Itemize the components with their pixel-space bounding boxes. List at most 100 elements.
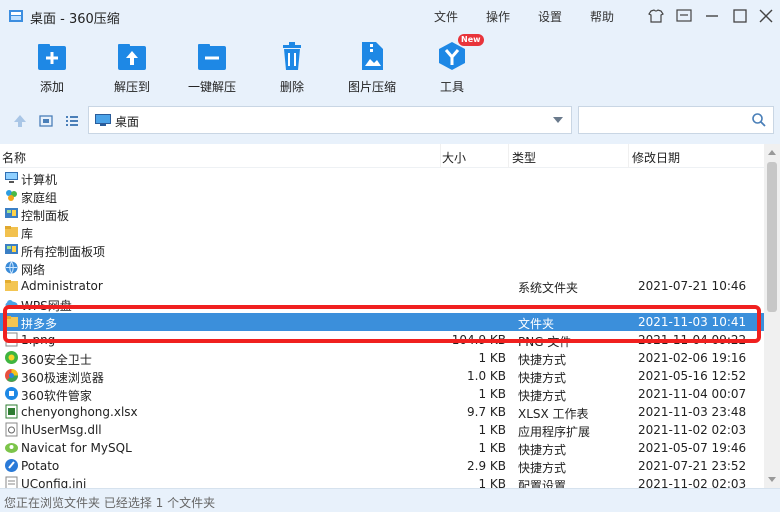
column-type[interactable]: 类型 xyxy=(512,149,536,166)
status-bar: 您正在浏览文件夹 已经选择 1 个文件夹 xyxy=(0,488,780,512)
file-row[interactable]: 拼多多 文件夹 2021-11-03 10:41 xyxy=(0,313,764,331)
homegroup-icon xyxy=(4,188,19,203)
file-row[interactable]: 1.png 104.9 KB PNG 文件 2021-11-04 09:22 xyxy=(0,331,764,349)
file-row[interactable]: Navicat for MySQL 1 KB 快捷方式 2021-05-07 19:4… xyxy=(0,439,764,457)
navigation-bar: 桌面 xyxy=(0,98,780,144)
column-size[interactable]: 大小 xyxy=(442,149,466,166)
computer-icon xyxy=(4,170,19,185)
up-arrow-icon[interactable] xyxy=(12,113,28,129)
file-list: 计算机 家庭组控制面板库所有控制面板项 网络 Administrator 系统文件夹 20… xyxy=(0,168,764,488)
feedback-icon[interactable] xyxy=(673,6,695,26)
file-size: 1.0 KB xyxy=(467,369,506,383)
file-row[interactable]: 控制面板 xyxy=(0,205,764,223)
thumbnail-view-icon[interactable] xyxy=(38,113,54,129)
image-compress-icon xyxy=(356,40,388,72)
control-panel-icon xyxy=(4,206,19,221)
file-row[interactable]: UConfig.ini 1 KB 配置设置 2021-11-02 02:03 xyxy=(0,475,764,488)
scroll-up-icon[interactable] xyxy=(768,150,776,155)
file-type: 快捷方式 xyxy=(518,353,567,367)
file-row[interactable]: 家庭组 xyxy=(0,187,764,205)
menu-help[interactable]: 帮助 xyxy=(590,8,614,25)
file-row[interactable]: 所有控制面板项 xyxy=(0,241,764,259)
file-row[interactable]: 库 xyxy=(0,223,764,241)
menu-settings[interactable]: 设置 xyxy=(538,8,562,25)
column-modified[interactable]: 修改日期 xyxy=(632,149,680,166)
image-compress-button[interactable]: 图片压缩 xyxy=(332,32,412,98)
file-row[interactable]: 360安全卫士 1 KB 快捷方式 2021-02-06 19:16 xyxy=(0,349,764,367)
file-row[interactable]: 360软件管家 1 KB 快捷方式 2021-11-04 00:07 xyxy=(0,385,764,403)
file-name: UConfig.ini xyxy=(21,477,87,488)
file-name: 网络 xyxy=(21,263,46,277)
extract-to-label: 解压到 xyxy=(113,80,150,94)
status-text: 您正在浏览文件夹 已经选择 1 个文件夹 xyxy=(4,496,216,510)
library-icon xyxy=(4,224,19,239)
search-icon[interactable] xyxy=(751,112,767,128)
file-name: Administrator xyxy=(21,279,103,293)
file-type: 应用程序扩展 xyxy=(518,425,591,439)
path-dropdown-icon[interactable] xyxy=(553,117,563,123)
toolbar: 添加 解压到 一键解压 删除 图片压缩 New 工具 xyxy=(0,32,780,98)
file-name: 控制面板 xyxy=(21,209,70,223)
column-separator[interactable] xyxy=(440,144,441,168)
browser-icon xyxy=(4,368,19,383)
one-click-extract-label: 一键解压 xyxy=(187,80,236,94)
file-size: 1 KB xyxy=(478,477,506,488)
close-icon[interactable] xyxy=(755,6,777,26)
app-logo-icon xyxy=(8,8,24,24)
file-type: PNG 文件 xyxy=(518,335,572,349)
skin-icon[interactable] xyxy=(645,6,667,26)
file-row[interactable]: Potato 2.9 KB 快捷方式 2021-07-21 23:52 xyxy=(0,457,764,475)
file-row[interactable]: 网络 xyxy=(0,259,764,277)
navicat-icon xyxy=(4,440,19,455)
column-name[interactable]: 名称 xyxy=(2,149,26,166)
new-badge: New xyxy=(458,34,484,46)
file-type: 快捷方式 xyxy=(518,461,567,475)
path-bar[interactable]: 桌面 xyxy=(88,106,572,134)
add-button[interactable]: 添加 xyxy=(12,32,92,98)
file-modified-date: 2021-11-02 02:03 xyxy=(638,423,747,437)
file-row[interactable]: 计算机 xyxy=(0,169,764,187)
maximize-icon[interactable] xyxy=(729,6,751,26)
file-size: 1 KB xyxy=(478,387,506,401)
network-icon xyxy=(4,260,19,275)
column-separator[interactable] xyxy=(508,144,509,168)
file-row[interactable]: Administrator 系统文件夹 2021-07-21 10:46 xyxy=(0,277,764,295)
file-row[interactable]: 360极速浏览器 1.0 KB 快捷方式 2021-05-16 12:52 xyxy=(0,367,764,385)
vertical-scrollbar[interactable] xyxy=(764,144,780,488)
one-click-extract-button[interactable]: 一键解压 xyxy=(172,32,252,98)
file-name: 所有控制面板项 xyxy=(21,245,106,259)
dll-file-icon xyxy=(4,422,19,437)
column-separator[interactable] xyxy=(628,144,629,168)
desktop-icon xyxy=(95,113,111,127)
file-modified-date: 2021-11-03 10:41 xyxy=(638,315,747,329)
title-bar: 桌面 - 360压缩 文件 操作 设置 帮助 xyxy=(0,0,780,32)
tools-label: 工具 xyxy=(439,80,464,94)
file-name: 360软件管家 xyxy=(21,389,92,403)
tools-button[interactable]: New 工具 xyxy=(412,32,492,98)
file-type: 快捷方式 xyxy=(518,389,567,403)
file-modified-date: 2021-11-04 09:22 xyxy=(638,333,747,347)
file-name: chenyonghong.xlsx xyxy=(21,405,138,419)
search-box[interactable] xyxy=(578,106,774,134)
file-name: Potato xyxy=(21,459,60,473)
file-name: 库 xyxy=(21,227,34,241)
menu-file[interactable]: 文件 xyxy=(434,8,458,25)
file-row[interactable]: lhUserMsg.dll 1 KB 应用程序扩展 2021-11-02 02:03 xyxy=(0,421,764,439)
image-compress-label: 图片压缩 xyxy=(347,80,396,94)
scrollbar-thumb[interactable] xyxy=(767,162,777,312)
scroll-down-icon[interactable] xyxy=(768,477,776,482)
file-row[interactable]: chenyonghong.xlsx 9.7 KB XLSX 工作表 2021-11-0… xyxy=(0,403,764,421)
list-view-icon[interactable] xyxy=(64,113,80,129)
delete-button[interactable]: 删除 xyxy=(252,32,332,98)
path-text: 桌面 xyxy=(115,115,140,129)
file-size: 2.9 KB xyxy=(467,459,506,473)
file-row[interactable]: WPS网盘 xyxy=(0,295,764,313)
file-modified-date: 2021-05-07 19:46 xyxy=(638,441,747,455)
file-modified-date: 2021-07-21 23:52 xyxy=(638,459,747,473)
minimize-icon[interactable] xyxy=(701,6,723,26)
trash-icon xyxy=(276,40,308,72)
extract-to-button[interactable]: 解压到 xyxy=(92,32,172,98)
file-name: 计算机 xyxy=(21,173,58,187)
file-list-header: 名称 大小 类型 修改日期 xyxy=(0,144,764,168)
menu-operation[interactable]: 操作 xyxy=(486,8,510,25)
